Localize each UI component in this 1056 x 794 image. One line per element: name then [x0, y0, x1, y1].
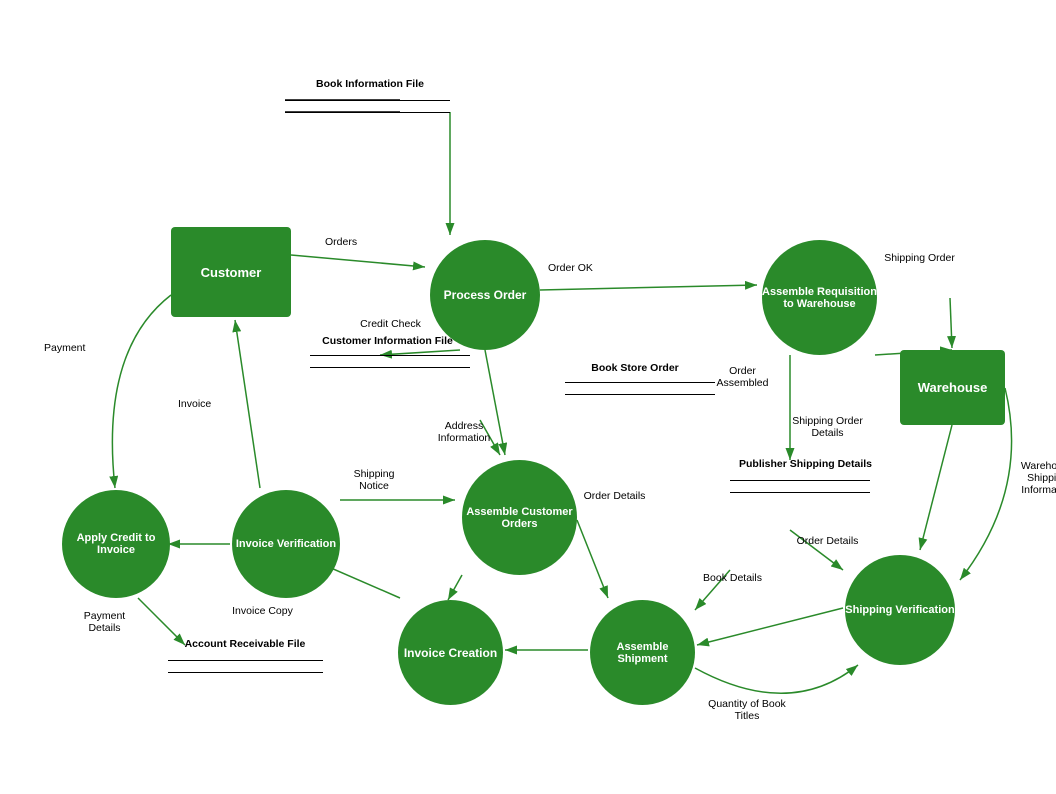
assemble-shipment-node: Assemble Shipment — [590, 600, 695, 705]
invoice-copy-label: Invoice Copy — [230, 605, 295, 617]
bso-line2 — [565, 394, 715, 395]
shipping-notice-label: Shipping Notice — [340, 468, 408, 492]
assemble-customer-orders-node: Assemble Customer Orders — [462, 460, 577, 575]
process-order-label: Process Order — [444, 288, 527, 302]
cif-line1 — [310, 355, 470, 356]
quantity-label: Quantity of Book Titles — [702, 698, 792, 722]
book-details-label: Book Details — [700, 572, 765, 584]
credit-check-label: Credit Check — [358, 318, 423, 330]
invoice-creation-node: Invoice Creation — [398, 600, 503, 705]
order-details1-label: Order Details — [582, 490, 647, 502]
psd-line2 — [730, 492, 870, 493]
assemble-customer-orders-label: Assemble Customer Orders — [462, 506, 577, 530]
psd-label: Publisher Shipping Details — [728, 458, 883, 470]
warehouse-shipping-label: Warehouse Shipping Information — [1010, 460, 1056, 496]
invoice-verification-node: Invoice Verification — [232, 490, 340, 598]
bso-label: Book Store Order — [555, 362, 715, 374]
invoice-creation-label: Invoice Creation — [404, 646, 497, 660]
order-ok-label: Order OK — [548, 262, 593, 274]
invoice-label: Invoice — [178, 398, 211, 410]
process-order-node: Process Order — [430, 240, 540, 350]
order-assembled-label: Order Assembled — [705, 365, 780, 389]
shipping-verification-label: Shipping Verification — [845, 604, 954, 616]
arf-label: Account Receivable File — [165, 638, 325, 650]
book-info-file-label: Book Information File — [285, 78, 455, 90]
book-info-file-line2 — [285, 112, 450, 113]
cif-line2 — [310, 367, 470, 368]
payment-label: Payment — [44, 342, 85, 354]
shipping-verification-node: Shipping Verification — [845, 555, 955, 665]
assemble-requisition-label: Assemble Requisition to Warehouse — [762, 286, 877, 310]
bso-line1 — [565, 382, 715, 383]
diagram-container: Book Information File Customer Informati… — [0, 0, 1056, 794]
warehouse-node: Warehouse — [900, 350, 1005, 425]
shipping-order-details-label: Shipping Order Details — [790, 415, 865, 439]
arrows-svg — [0, 0, 1056, 794]
customer-label: Customer — [201, 265, 262, 280]
apply-credit-label: Apply Credit to Invoice — [62, 532, 170, 556]
assemble-requisition-node: Assemble Requisition to Warehouse — [762, 240, 877, 355]
apply-credit-node: Apply Credit to Invoice — [62, 490, 170, 598]
invoice-verification-label: Invoice Verification — [236, 538, 336, 550]
arf-line2 — [168, 672, 323, 673]
orders-label: Orders — [325, 236, 357, 248]
cif-label: Customer Information File — [310, 335, 465, 347]
customer-node: Customer — [171, 227, 291, 317]
address-info-label: Address Information — [424, 420, 504, 444]
shipping-order-label: Shipping Order — [882, 252, 957, 264]
payment-details-label: Payment Details — [72, 610, 137, 634]
arf-line1 — [168, 660, 323, 661]
psd-line1 — [730, 480, 870, 481]
book-info-file-line1 — [285, 100, 450, 101]
order-details2-label: Order Details — [795, 535, 860, 547]
warehouse-label: Warehouse — [918, 380, 988, 395]
assemble-shipment-label: Assemble Shipment — [590, 641, 695, 665]
